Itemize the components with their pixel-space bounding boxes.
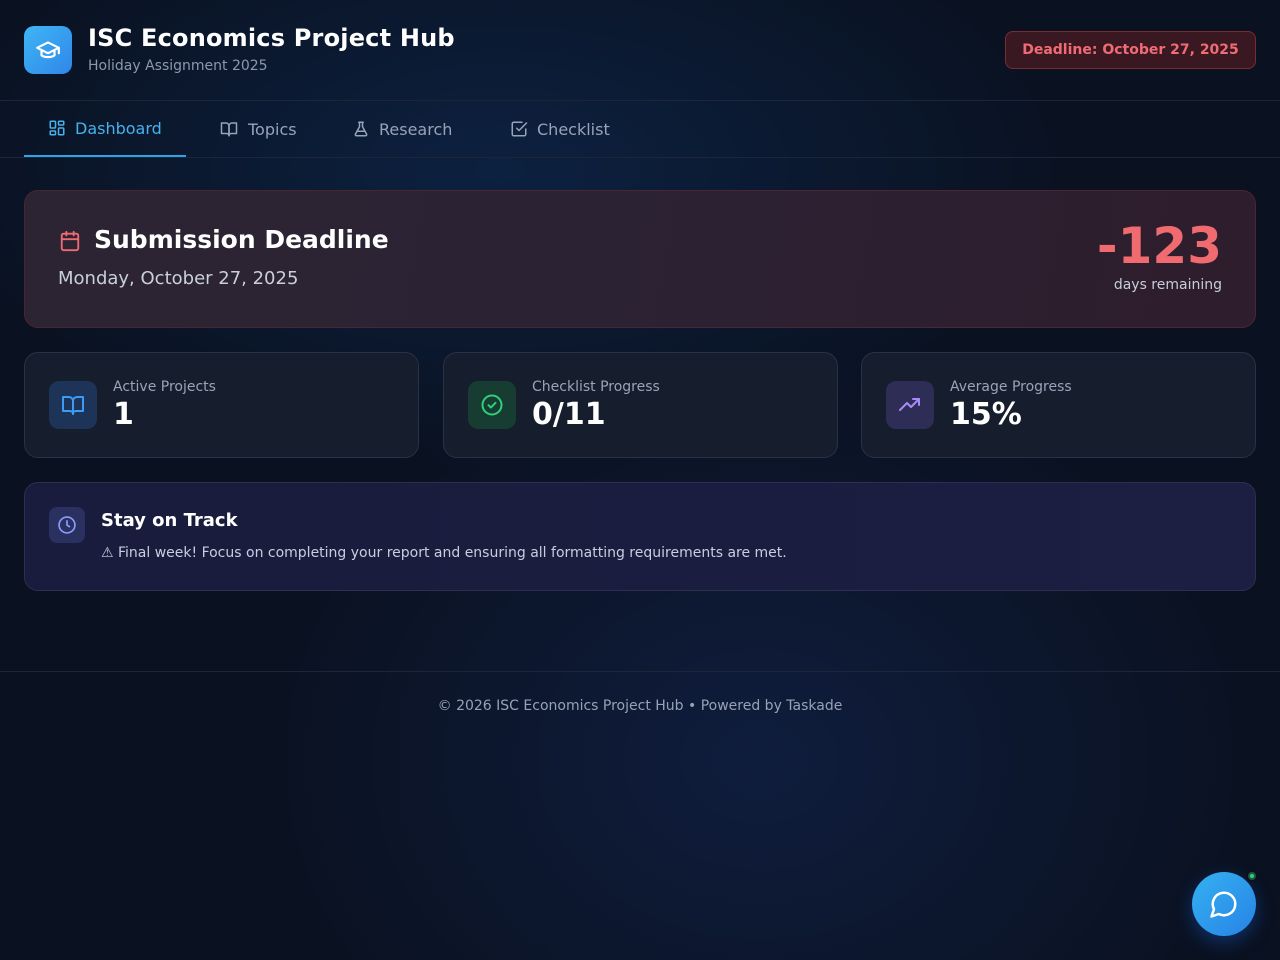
footer-text: © 2026 ISC Economics Project Hub • Power…	[437, 698, 843, 714]
chat-bubble-icon	[1210, 891, 1237, 918]
tab-research[interactable]: Research	[328, 101, 476, 157]
trending-up-icon	[886, 381, 934, 429]
days-remaining-label: days remaining	[1113, 277, 1222, 293]
book-open-icon	[49, 381, 97, 429]
check-circle-icon	[468, 381, 516, 429]
stat-value: 1	[113, 397, 134, 432]
submission-deadline-card: Submission Deadline Monday, October 27, …	[24, 190, 1256, 328]
deadline-badge: Deadline: October 27, 2025	[1005, 31, 1256, 69]
dashboard-grid-icon	[49, 120, 65, 136]
app-header: ISC Economics Project Hub Holiday Assign…	[0, 0, 1280, 101]
track-message: ⚠ Final week! Focus on completing your r…	[101, 545, 787, 561]
flask-icon	[354, 121, 368, 137]
deadline-card-title: Submission Deadline	[94, 225, 389, 254]
clock-icon	[49, 507, 85, 543]
track-title: Stay on Track	[101, 510, 238, 531]
stat-value: 15%	[950, 397, 1022, 432]
tab-topics[interactable]: Topics	[195, 101, 321, 157]
stat-card-checklist-progress: Checklist Progress 0/11	[443, 352, 838, 458]
main-tabs: Dashboard Topics Research Checklist	[0, 101, 1280, 158]
stat-value: 0/11	[532, 397, 606, 432]
tab-label: Checklist	[537, 119, 610, 139]
stat-label: Active Projects	[113, 379, 216, 395]
tab-label: Research	[379, 119, 453, 139]
days-remaining-value: -123	[1096, 217, 1222, 275]
tab-checklist[interactable]: Checklist	[486, 101, 634, 157]
tab-dashboard[interactable]: Dashboard	[24, 101, 186, 157]
stat-label: Average Progress	[950, 379, 1072, 395]
stat-card-active-projects: Active Projects 1	[24, 352, 419, 458]
chat-button[interactable]	[1192, 872, 1256, 936]
page-footer: © 2026 ISC Economics Project Hub • Power…	[0, 671, 1280, 741]
stat-card-average-progress: Average Progress 15%	[861, 352, 1256, 458]
calendar-icon	[59, 230, 81, 256]
book-open-icon	[220, 122, 238, 137]
tab-label: Topics	[248, 119, 297, 139]
checkbox-icon	[511, 121, 528, 137]
app-title: ISC Economics Project Hub	[88, 24, 455, 52]
stat-label: Checklist Progress	[532, 379, 660, 395]
online-status-dot	[1246, 870, 1258, 882]
app-subtitle: Holiday Assignment 2025	[88, 58, 268, 74]
tab-label: Dashboard	[75, 118, 162, 138]
graduation-cap-icon	[24, 26, 72, 74]
deadline-date: Monday, October 27, 2025	[58, 268, 299, 289]
stay-on-track-card: Stay on Track ⚠ Final week! Focus on com…	[24, 482, 1256, 591]
